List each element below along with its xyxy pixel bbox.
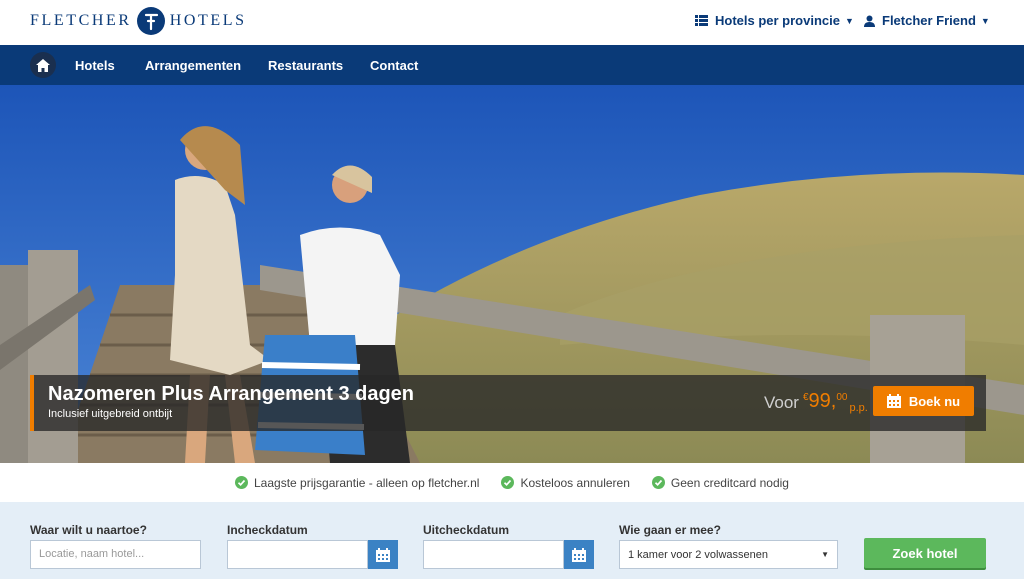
price-amount: 99,	[808, 390, 837, 412]
checkout-date-input[interactable]	[423, 540, 564, 569]
checkin-date-input[interactable]	[227, 540, 368, 569]
checkout-calendar-button[interactable]	[564, 540, 594, 569]
calendar-icon	[886, 394, 901, 408]
usp-label: Kosteloos annuleren	[520, 475, 630, 490]
calendar-icon	[572, 547, 586, 562]
destination-label: Waar wilt u naartoe?	[30, 523, 147, 537]
promo-price: Voor € 99, 00 p.p.	[764, 390, 868, 414]
home-icon	[36, 58, 50, 72]
search-hotel-button[interactable]: Zoek hotel	[864, 538, 986, 568]
top-header: FLETCHER HOTELS Hotels per provincie ▼ F…	[0, 0, 1024, 45]
price-per-person: p.p.	[849, 402, 868, 414]
calendar-icon	[376, 547, 390, 562]
logo[interactable]: FLETCHER HOTELS	[30, 5, 247, 37]
fletcher-friend-menu[interactable]: Fletcher Friend ▼	[864, 13, 990, 28]
check-circle-icon	[501, 476, 515, 489]
hotels-per-province-menu[interactable]: Hotels per provincie ▼	[695, 13, 854, 28]
usp-label: Geen creditcard nodig	[670, 475, 789, 490]
check-circle-icon	[651, 476, 665, 489]
user-icon	[864, 15, 875, 27]
home-button[interactable]	[30, 52, 56, 78]
main-navigation: Hotels Arrangementen Restaurants Contact	[0, 45, 1024, 85]
fletcher-friend-label: Fletcher Friend	[882, 13, 976, 28]
nav-item-hotels[interactable]: Hotels	[75, 58, 115, 73]
guests-value: 1 kamer voor 2 volwassenen	[628, 549, 769, 561]
book-now-button[interactable]: Boek nu	[873, 386, 974, 416]
usp-item: Geen creditcard nodig	[651, 475, 789, 490]
logo-emblem-icon	[136, 7, 165, 35]
price-cents: 00	[836, 392, 848, 403]
usp-label: Laagste prijsgarantie - alleen op fletch…	[254, 475, 480, 490]
chevron-down-icon: ▼	[844, 15, 854, 26]
check-circle-icon	[235, 476, 248, 489]
book-now-label: Boek nu	[908, 393, 961, 409]
logo-word-left: FLETCHER	[30, 12, 132, 29]
chevron-down-icon: ▼	[821, 550, 829, 559]
hotels-per-province-label: Hotels per provincie	[715, 13, 840, 28]
list-icon	[695, 15, 708, 26]
chevron-down-icon: ▼	[980, 15, 990, 26]
usp-item: Laagste prijsgarantie - alleen op fletch…	[235, 476, 479, 490]
checkin-calendar-button[interactable]	[368, 540, 398, 569]
hotel-search-form: Waar wilt u naartoe? Locatie, naam hotel…	[0, 502, 1024, 579]
promo-subtitle: Inclusief uitgebreid ontbijt	[48, 408, 173, 420]
promo-title: Nazomeren Plus Arrangement 3 dagen	[48, 383, 415, 405]
nav-item-restaurants[interactable]: Restaurants	[268, 58, 343, 73]
checkout-label: Uitcheckdatum	[423, 523, 510, 537]
nav-item-arrangementen[interactable]: Arrangementen	[145, 58, 241, 73]
nav-item-contact[interactable]: Contact	[370, 58, 418, 73]
promo-banner[interactable]: Nazomeren Plus Arrangement 3 dagen Inclu…	[30, 375, 986, 431]
usp-bar: Laagste prijsgarantie - alleen op fletch…	[0, 463, 1024, 502]
usp-item: Kosteloos annuleren	[501, 475, 630, 490]
hero-banner[interactable]: Nazomeren Plus Arrangement 3 dagen Inclu…	[0, 85, 1024, 463]
checkin-label: Incheckdatum	[227, 523, 308, 537]
destination-input[interactable]: Locatie, naam hotel...	[30, 540, 201, 569]
guests-select[interactable]: 1 kamer voor 2 volwassenen ▼	[619, 540, 838, 569]
logo-word-right: HOTELS	[169, 12, 247, 29]
price-prefix: Voor	[764, 393, 799, 412]
guests-label: Wie gaan er mee?	[619, 523, 721, 537]
